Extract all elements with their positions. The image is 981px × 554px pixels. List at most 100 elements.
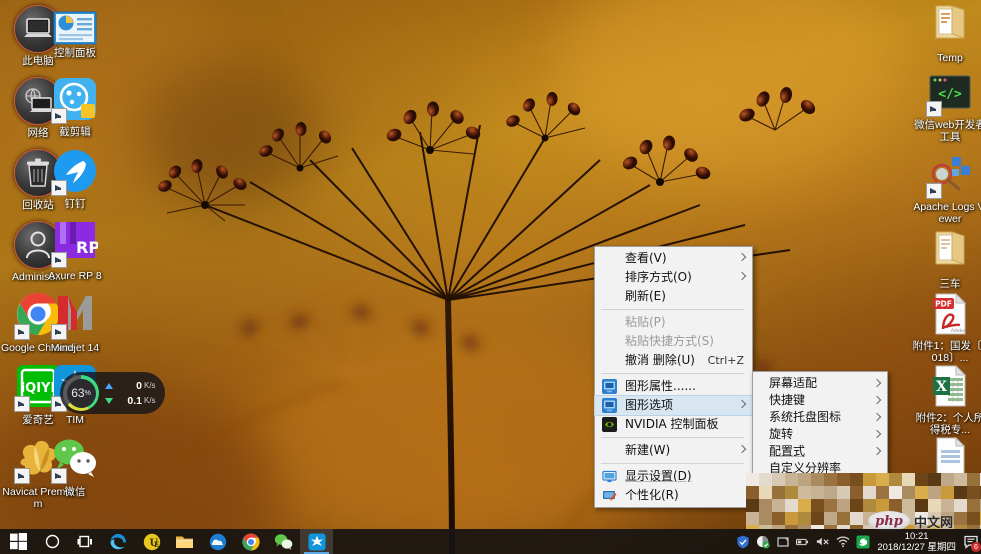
network-speed-widget[interactable]: 63% 0 K/s 0.1 K/s bbox=[60, 372, 165, 414]
shortcut-overlay-icon bbox=[51, 324, 67, 340]
menu-separator bbox=[601, 437, 744, 438]
submenu-item-rotation[interactable]: 旋转 bbox=[753, 426, 887, 443]
menu-item-graphics-properties[interactable]: 图形属性...... bbox=[595, 377, 752, 396]
chevron-right-icon bbox=[874, 379, 880, 389]
menu-item-personalize[interactable]: 个性化(R) bbox=[595, 486, 752, 505]
menu-item-undo-delete[interactable]: 撤消 删除(U) Ctrl+Z bbox=[595, 351, 752, 370]
security-shield-icon[interactable] bbox=[736, 535, 750, 549]
file-explorer-button[interactable] bbox=[168, 529, 201, 554]
upload-speed-row: 0 K/s bbox=[105, 380, 156, 392]
chevron-right-icon bbox=[874, 413, 880, 423]
desktop-icon-screen-clip[interactable]: 截剪辑 bbox=[37, 76, 113, 138]
intel-graphics-icon bbox=[602, 379, 617, 394]
onedrive-icon[interactable] bbox=[776, 535, 790, 549]
desktop-icon-label: Temp bbox=[912, 52, 981, 64]
start-button[interactable] bbox=[0, 529, 36, 554]
svg-text:Adobe: Adobe bbox=[951, 328, 965, 334]
menu-item-display-settings[interactable]: 显示设置(D) bbox=[595, 467, 752, 486]
clock[interactable]: 10:21 2018/12/27 星期四 bbox=[872, 529, 961, 554]
menu-item-label: 个性化(R) bbox=[625, 486, 744, 505]
shortcut-overlay-icon bbox=[14, 396, 30, 412]
download-arrow-icon bbox=[105, 398, 113, 404]
submenu-item-hotkeys[interactable]: 快捷键 bbox=[753, 392, 887, 409]
desktop-icon-label: 附件1：国发〔2018〕... bbox=[912, 340, 981, 364]
desktop-icon-apache-logs-viewer[interactable]: Apache Logs Viewer bbox=[912, 151, 981, 225]
chevron-right-icon bbox=[874, 396, 880, 406]
cpu-usage-value: 63% bbox=[63, 375, 99, 411]
axure-rp-icon: RP bbox=[51, 220, 99, 268]
desktop-icon-control-panel[interactable]: 控制面板 bbox=[37, 4, 113, 59]
taskbar[interactable]: UE bbox=[0, 529, 981, 554]
sogou-input-icon[interactable] bbox=[856, 535, 870, 549]
intel-graphics-icon bbox=[602, 398, 617, 413]
tim-button[interactable] bbox=[300, 529, 333, 554]
svg-text:E: E bbox=[154, 540, 159, 549]
desktop-icon-dingtalk[interactable]: 钉钉 bbox=[37, 148, 113, 210]
menu-item-label: 撤消 删除(U) bbox=[625, 351, 700, 370]
cloud-app-button[interactable] bbox=[201, 529, 234, 554]
folder-icon bbox=[926, 2, 974, 50]
menu-item-label: 排序方式(O) bbox=[625, 268, 744, 287]
battery-icon[interactable] bbox=[796, 535, 810, 549]
antivirus-icon[interactable] bbox=[756, 535, 770, 549]
desktop-background[interactable]: 此电脑 控制面板 网络 截剪辑 回收站 bbox=[0, 0, 981, 554]
desktop-icon-temp[interactable]: Temp bbox=[912, 2, 981, 64]
desktop-icon-label: Apache Logs Viewer bbox=[912, 201, 981, 225]
system-tray[interactable] bbox=[736, 529, 872, 554]
apache-logs-icon bbox=[926, 151, 974, 199]
desktop-icon-label: TIM bbox=[37, 414, 113, 426]
clock-date: 2018/12/27 星期四 bbox=[877, 542, 956, 553]
desktop-icon-sanche[interactable]: 三车 bbox=[912, 228, 981, 290]
cortana-search-button[interactable] bbox=[36, 529, 69, 554]
edge-button[interactable] bbox=[102, 529, 135, 554]
screen-clip-icon bbox=[51, 76, 99, 124]
desktop-icon-wechat[interactable]: 微信 bbox=[37, 436, 113, 498]
desktop-icon-pdf-attachment-1[interactable]: PDFAdobe 附件1：国发〔2018〕... bbox=[912, 290, 981, 364]
shortcut-overlay-icon bbox=[51, 252, 67, 268]
menu-item-graphics-options[interactable]: 图形选项 bbox=[595, 396, 752, 415]
menu-item-label: 粘贴(P) bbox=[625, 313, 744, 332]
submenu-item-tray-icon[interactable]: 系统托盘图标 bbox=[753, 409, 887, 426]
submenu-item-screen-fit[interactable]: 屏幕适配 bbox=[753, 375, 887, 392]
menu-item-label: 图形属性...... bbox=[625, 377, 744, 396]
ultraedit-button[interactable]: UE bbox=[135, 529, 168, 554]
notification-center-button[interactable]: 6 bbox=[961, 529, 981, 554]
download-speed-row: 0.1 K/s bbox=[105, 395, 156, 407]
nvidia-icon bbox=[602, 417, 617, 432]
submenu-item-profile[interactable]: 配置式 bbox=[753, 443, 887, 460]
wechat-button[interactable] bbox=[267, 529, 300, 554]
desktop-icon-axure-rp-8[interactable]: RP Axure RP 8 bbox=[37, 220, 113, 282]
shortcut-overlay-icon bbox=[14, 468, 30, 484]
desktop-icon-excel-attachment-2[interactable]: X 附件2：个人所得税专... bbox=[912, 362, 981, 436]
desktop-icon-label: 附件2：个人所得税专... bbox=[912, 412, 981, 436]
menu-item-nvidia-control-panel[interactable]: NVIDIA 控制面板 bbox=[595, 415, 752, 434]
desktop-icon-label: 三车 bbox=[912, 278, 981, 290]
task-view-button[interactable] bbox=[69, 529, 102, 554]
menu-item-refresh[interactable]: 刷新(E) bbox=[595, 287, 752, 306]
upload-speed-unit: K/s bbox=[144, 381, 156, 390]
wifi-icon[interactable] bbox=[836, 535, 850, 549]
desktop-icon-wechat-devtools[interactable]: </> 微信web开发者工具 bbox=[912, 69, 981, 143]
menu-item-sort-by[interactable]: 排序方式(O) bbox=[595, 268, 752, 287]
desktop-icon-label: 微信 bbox=[37, 486, 113, 498]
chrome-button[interactable] bbox=[234, 529, 267, 554]
menu-item-paste-shortcut: 粘贴快捷方式(S) bbox=[595, 332, 752, 351]
notification-badge: 6 bbox=[971, 542, 981, 552]
graphics-options-submenu[interactable]: 屏幕适配 快捷键 系统托盘图标 旋转 配置式 自定义分辨率 bbox=[752, 371, 888, 481]
shortcut-overlay-icon bbox=[926, 101, 942, 117]
menu-item-paste: 粘贴(P) bbox=[595, 313, 752, 332]
php-logo: php bbox=[868, 511, 910, 531]
devtools-icon: </> bbox=[926, 69, 974, 117]
svg-text:X: X bbox=[936, 379, 947, 395]
shortcut-overlay-icon bbox=[51, 108, 67, 124]
shortcut-overlay-icon bbox=[14, 324, 30, 340]
menu-item-new[interactable]: 新建(W) bbox=[595, 441, 752, 460]
excel-file-icon: X bbox=[926, 362, 974, 410]
menu-item-view[interactable]: 查看(V) bbox=[595, 249, 752, 268]
menu-item-label: NVIDIA 控制面板 bbox=[625, 415, 744, 434]
desktop-icon-mindjet-14[interactable]: Mindjet 14 bbox=[37, 292, 113, 354]
desktop-context-menu[interactable]: 查看(V) 排序方式(O) 刷新(E) 粘贴(P) 粘贴快捷方式(S) 撤消 删… bbox=[594, 246, 753, 508]
volume-muted-icon[interactable] bbox=[816, 535, 830, 549]
shortcut-overlay-icon bbox=[51, 468, 67, 484]
pdf-file-icon: PDFAdobe bbox=[926, 290, 974, 338]
